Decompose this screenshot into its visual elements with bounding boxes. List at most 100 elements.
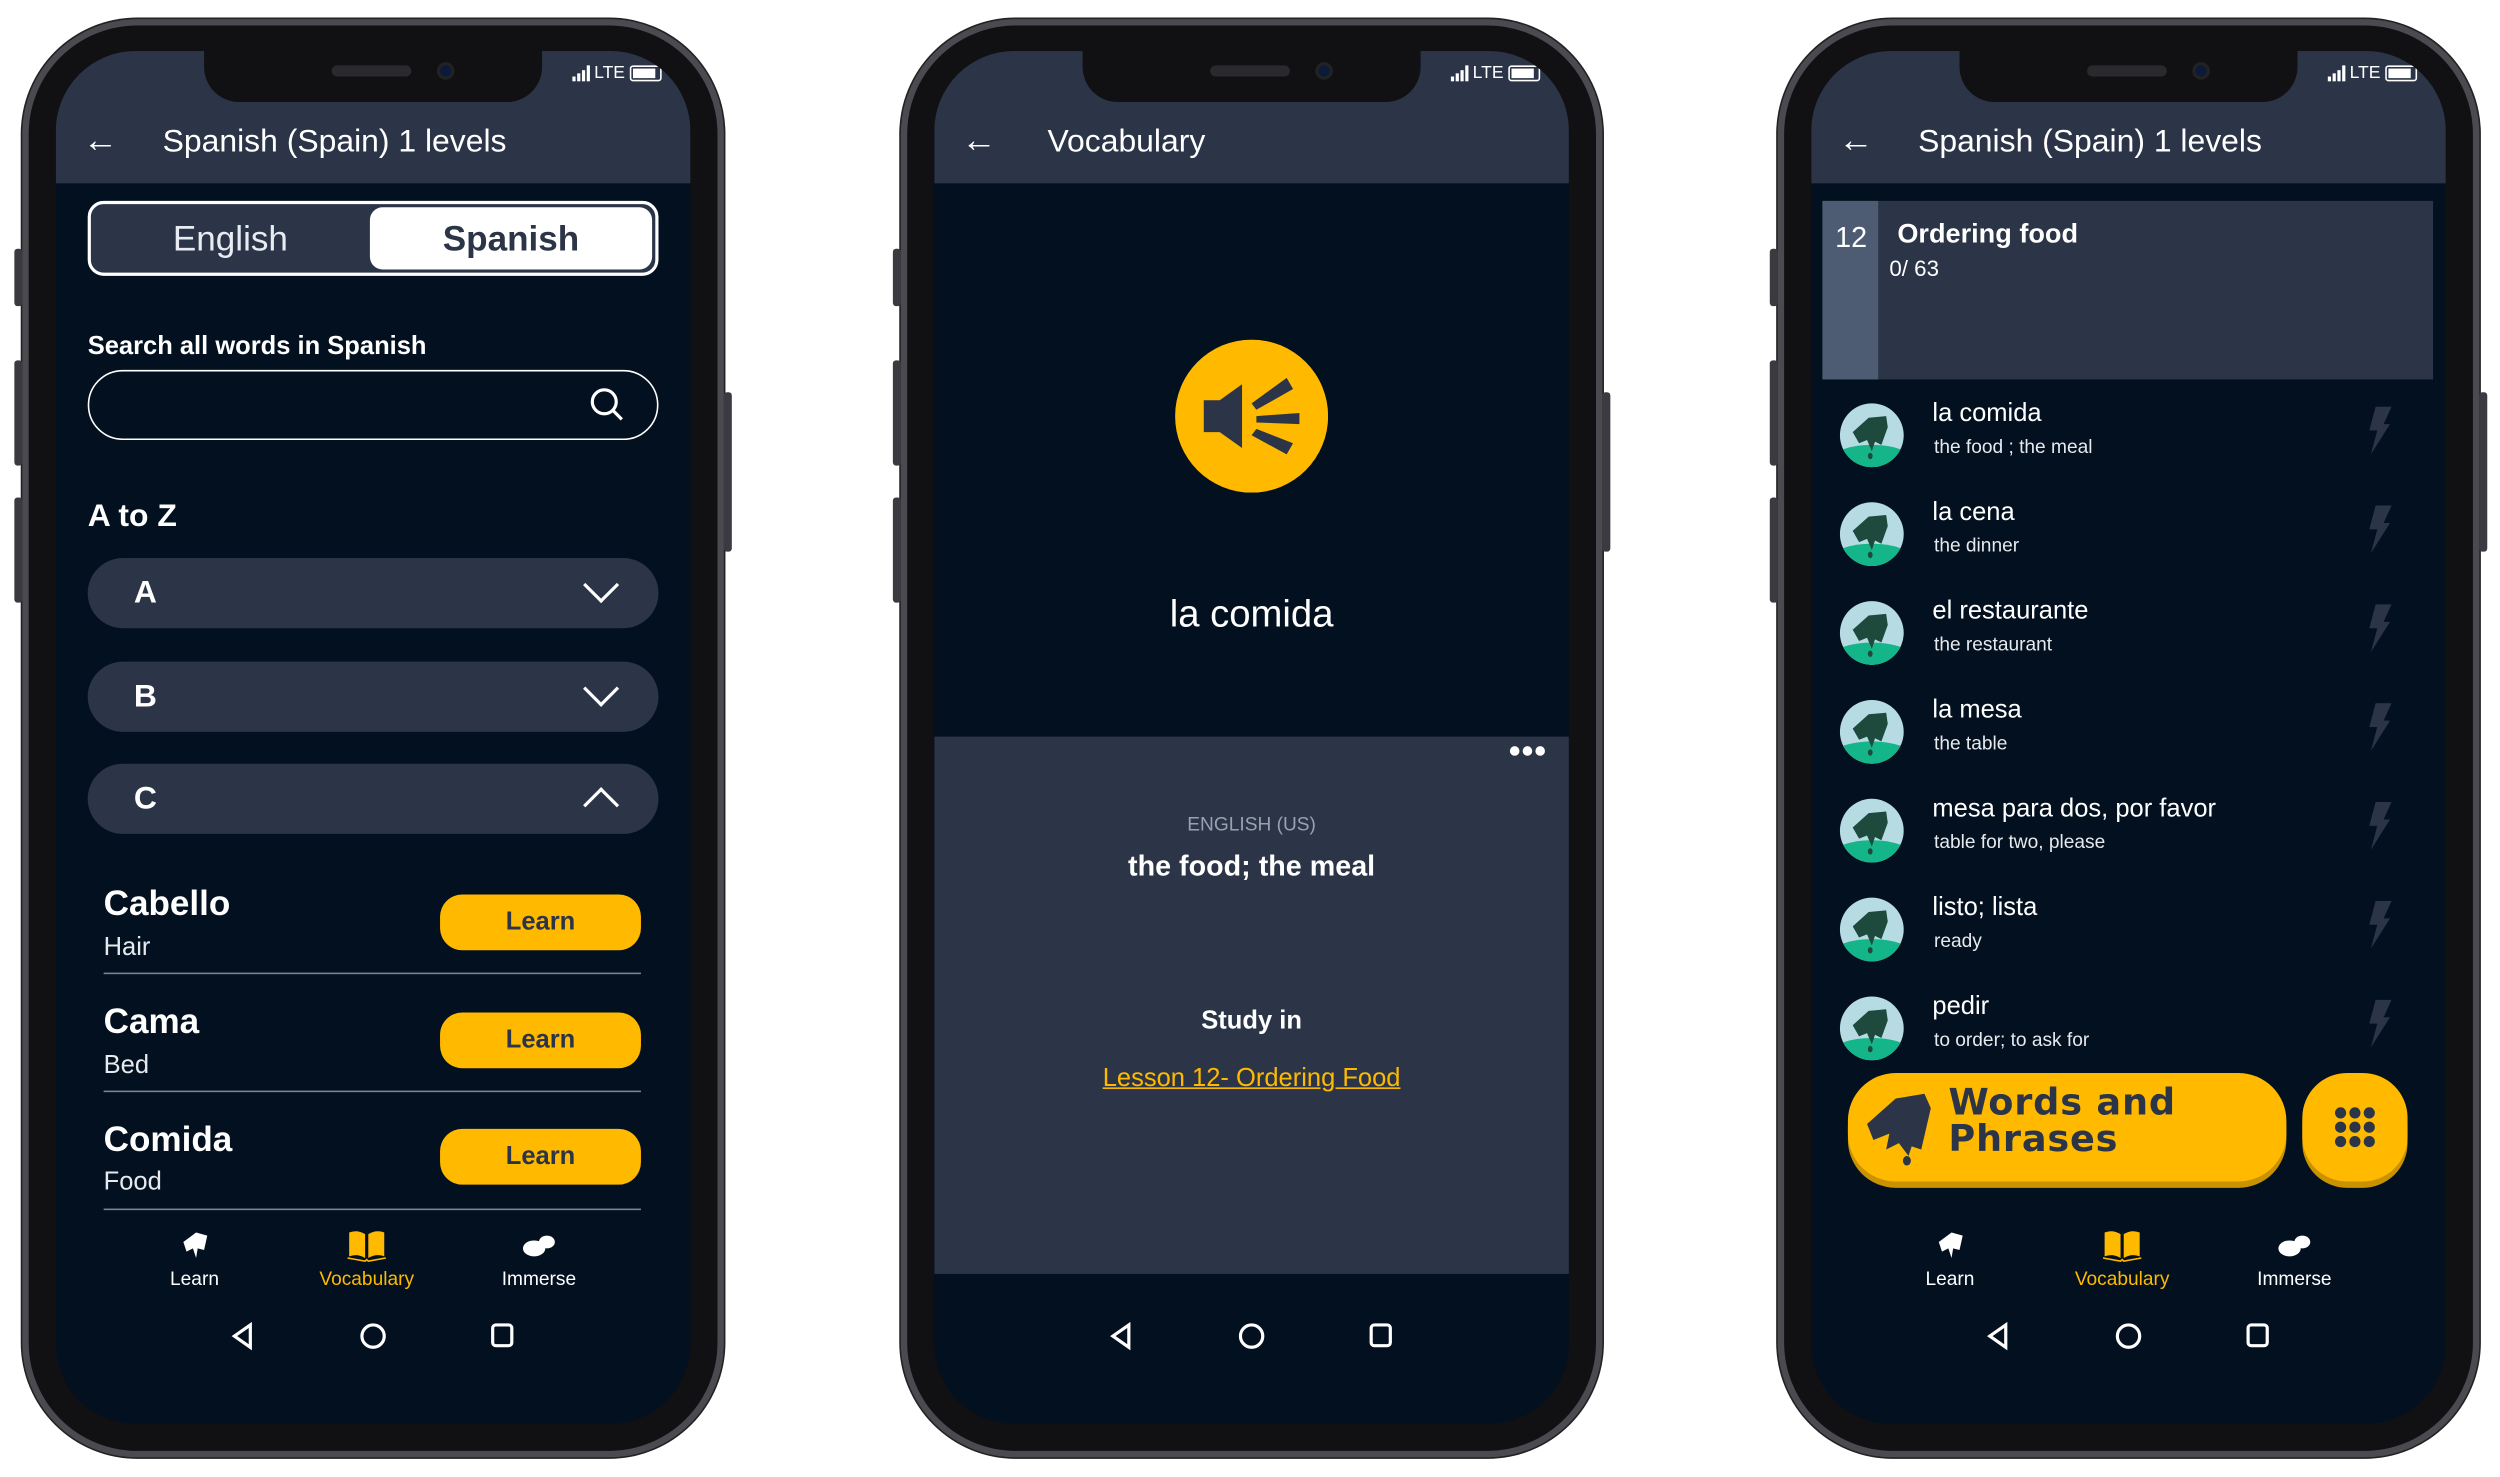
word-list-item[interactable]: pedir to order; to ask for [1811, 984, 2446, 1073]
battery-icon [1508, 65, 1541, 82]
word-title: mesa para dos, por favor [1932, 795, 2217, 823]
android-home-icon[interactable] [359, 1322, 388, 1351]
notch [1082, 51, 1421, 103]
search-label: Search all words in Spanish [87, 333, 427, 361]
bubble-icon [522, 1235, 555, 1257]
toggle-spanish[interactable]: Spanish [369, 207, 653, 270]
lesson-progress: 0/ 63 [1889, 255, 1940, 281]
words-button-line2: Phrases [1948, 1119, 2119, 1161]
word-translation: the food ; the meal [1934, 435, 2093, 458]
word-translation: ready [1934, 929, 1982, 952]
android-back-icon[interactable] [230, 1321, 256, 1351]
word-list-item[interactable]: mesa para dos, por favor table for two, p… [1811, 786, 2446, 875]
chevron-down-icon [583, 567, 620, 604]
lightning-icon[interactable] [2366, 604, 2392, 653]
phone-frame: LTE ← Vocabulary la comida ENGLISH (US) … [892, 19, 1611, 1458]
word-title: la comida [1932, 400, 2042, 428]
signal-icon [1450, 65, 1468, 82]
word-list-item[interactable]: la mesa the table [1811, 687, 2446, 776]
notch [1959, 51, 2298, 103]
nav-immerse[interactable]: Immerse [467, 1228, 610, 1290]
word-title: Comida [103, 1119, 233, 1160]
accordion-c[interactable]: C [87, 763, 659, 834]
lightning-icon[interactable] [2366, 999, 2392, 1048]
nav-vocabulary[interactable]: Vocabulary [295, 1228, 438, 1290]
search-icon[interactable] [588, 386, 626, 424]
word-list-item[interactable]: la cena the dinner [1811, 489, 2446, 578]
language-label: ENGLISH (US) [1187, 813, 1316, 836]
toggle-english[interactable]: English [91, 204, 370, 273]
word-list-item[interactable]: el restaurante the restaurant [1811, 588, 2446, 677]
nav-learn[interactable]: Learn [1878, 1228, 2021, 1290]
word-list-item[interactable]: la comida the food ; the meal [1811, 391, 2446, 480]
word-avatar-icon [1839, 996, 1904, 1061]
lightning-icon[interactable] [2366, 505, 2392, 554]
phone-frame: LTE ← Spanish (Spain) 1 levels English S… [14, 19, 732, 1458]
accordion-b[interactable]: B [87, 661, 659, 732]
more-options-icon[interactable] [1508, 745, 1546, 758]
nav-label: Vocabulary [2074, 1267, 2170, 1290]
network-label: LTE [1472, 63, 1504, 83]
study-in-label: Study in [1201, 1007, 1302, 1035]
lightning-icon[interactable] [2366, 801, 2392, 850]
accordion-letter: A [133, 575, 157, 611]
words-and-phrases-button[interactable]: Words and Phrases [1847, 1073, 2287, 1182]
word-translation: the table [1934, 731, 2008, 755]
lightning-icon[interactable] [2366, 900, 2392, 949]
nav-learn[interactable]: Learn [123, 1228, 266, 1290]
nav-immerse[interactable]: Immerse [2223, 1228, 2366, 1290]
lesson-number: 12 [1835, 221, 1868, 254]
page-title: Vocabulary [1047, 124, 1206, 160]
lightning-icon[interactable] [2366, 703, 2392, 751]
bubble-icon [2278, 1235, 2311, 1257]
lesson-card[interactable]: 12 Ordering food 0/ 63 [1822, 200, 2434, 380]
back-arrow-icon[interactable]: ← [1838, 122, 1873, 158]
translation-text: the food; the meal [1128, 849, 1376, 882]
word-list-item[interactable]: listo; lista ready [1811, 885, 2446, 974]
accordion-a[interactable]: A [87, 558, 659, 629]
android-home-icon[interactable] [1237, 1322, 1266, 1351]
back-arrow-icon[interactable]: ← [83, 122, 118, 158]
android-back-icon[interactable] [1108, 1321, 1134, 1351]
android-home-icon[interactable] [2114, 1322, 2143, 1351]
battery-icon [2385, 65, 2418, 82]
lesson-name: Ordering food [1897, 218, 2079, 249]
speaker-audio-button[interactable] [1175, 339, 1329, 493]
nav-vocabulary[interactable]: Vocabulary [2050, 1228, 2193, 1290]
learn-button[interactable]: Learn [440, 1128, 641, 1185]
word-detail-screen: LTE ← Vocabulary la comida ENGLISH (US) … [934, 51, 1569, 1424]
nav-label: Vocabulary [319, 1267, 415, 1290]
android-recents-icon[interactable] [489, 1322, 515, 1351]
network-label: LTE [594, 63, 626, 83]
book-icon [2102, 1231, 2142, 1263]
back-arrow-icon[interactable]: ← [961, 122, 996, 158]
search-input[interactable] [87, 369, 659, 441]
divider [103, 1208, 641, 1211]
vocabulary-list-screen: LTE ← Spanish (Spain) 1 levels English S… [55, 51, 691, 1424]
lightning-icon[interactable] [2366, 406, 2392, 455]
word-avatar-icon [1839, 897, 1904, 962]
section-title: A to Z [87, 499, 177, 535]
android-back-icon[interactable] [1985, 1321, 2011, 1351]
learn-button[interactable]: Learn [440, 1012, 641, 1069]
word-title: Cabello [103, 883, 231, 924]
word-title: listo; lista [1932, 894, 2038, 922]
hand-icon [1867, 1093, 1931, 1166]
grid-menu-button[interactable] [2302, 1073, 2408, 1182]
word-title: la cena [1932, 499, 2015, 527]
phone-frame: LTE ← Spanish (Spain) 1 levels 12 Orderi… [1769, 19, 2488, 1458]
word-translation: Food [103, 1168, 162, 1196]
nav-label: Learn [1925, 1267, 1975, 1290]
lesson-link[interactable]: Lesson 12- Ordering Food [934, 1065, 1569, 1094]
android-recents-icon[interactable] [1368, 1322, 1394, 1351]
accordion-letter: B [133, 679, 157, 715]
nav-label: Immerse [501, 1267, 577, 1290]
word-avatar-icon [1839, 502, 1904, 567]
signal-icon [2327, 65, 2345, 82]
word-avatar-icon [1839, 699, 1904, 764]
language-toggle[interactable]: English Spanish [87, 200, 659, 276]
word-translation: Bed [103, 1052, 150, 1080]
notch [204, 51, 543, 103]
android-recents-icon[interactable] [2245, 1322, 2271, 1351]
learn-button[interactable]: Learn [440, 894, 641, 951]
